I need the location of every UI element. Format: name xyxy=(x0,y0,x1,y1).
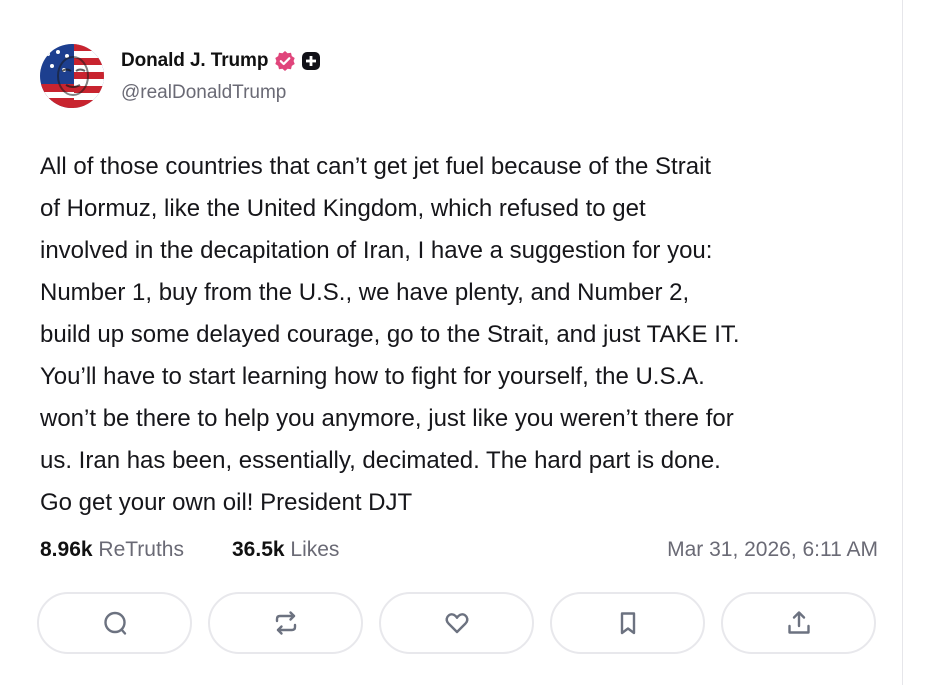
column-divider xyxy=(902,0,903,685)
post-actions xyxy=(37,592,881,658)
flag-face-avatar-icon xyxy=(40,44,104,108)
retruth-button[interactable] xyxy=(208,592,363,654)
plus-badge-icon xyxy=(301,51,321,71)
author-avatar[interactable] xyxy=(40,44,104,108)
truth-post: Donald J. Trump @realDonaldTrump All of … xyxy=(37,44,880,654)
comment-icon xyxy=(103,611,126,635)
bookmark-icon xyxy=(620,612,635,635)
share-button[interactable] xyxy=(721,592,876,654)
heart-icon xyxy=(445,613,468,634)
verified-badge-icon xyxy=(274,50,296,72)
reply-button[interactable] xyxy=(37,592,192,654)
share-icon xyxy=(787,611,810,634)
post-timestamp[interactable]: Mar 31, 2026, 6:11 AM xyxy=(667,538,878,562)
author-name-row: Donald J. Trump xyxy=(121,49,321,73)
author-display-name[interactable]: Donald J. Trump xyxy=(121,50,268,72)
bookmark-button[interactable] xyxy=(550,592,705,654)
likes-stat[interactable]: 36.5k Likes xyxy=(232,538,339,562)
post-header: Donald J. Trump @realDonaldTrump xyxy=(40,44,880,108)
repost-icon xyxy=(275,611,296,635)
author-handle[interactable]: @realDonaldTrump xyxy=(121,82,286,104)
likes-label: Likes xyxy=(290,538,340,561)
likes-count: 36.5k xyxy=(232,538,285,561)
post-page: Donald J. Trump @realDonaldTrump All of … xyxy=(0,0,934,685)
retruths-label: ReTruths xyxy=(98,538,184,561)
like-button[interactable] xyxy=(379,592,534,654)
post-text: All of those countries that can’t get je… xyxy=(40,153,740,516)
post-stats: 8.96k ReTruths 36.5k Likes Mar 31, 2026,… xyxy=(40,538,878,568)
retruths-stat[interactable]: 8.96k ReTruths xyxy=(40,538,184,562)
retruths-count: 8.96k xyxy=(40,538,93,561)
